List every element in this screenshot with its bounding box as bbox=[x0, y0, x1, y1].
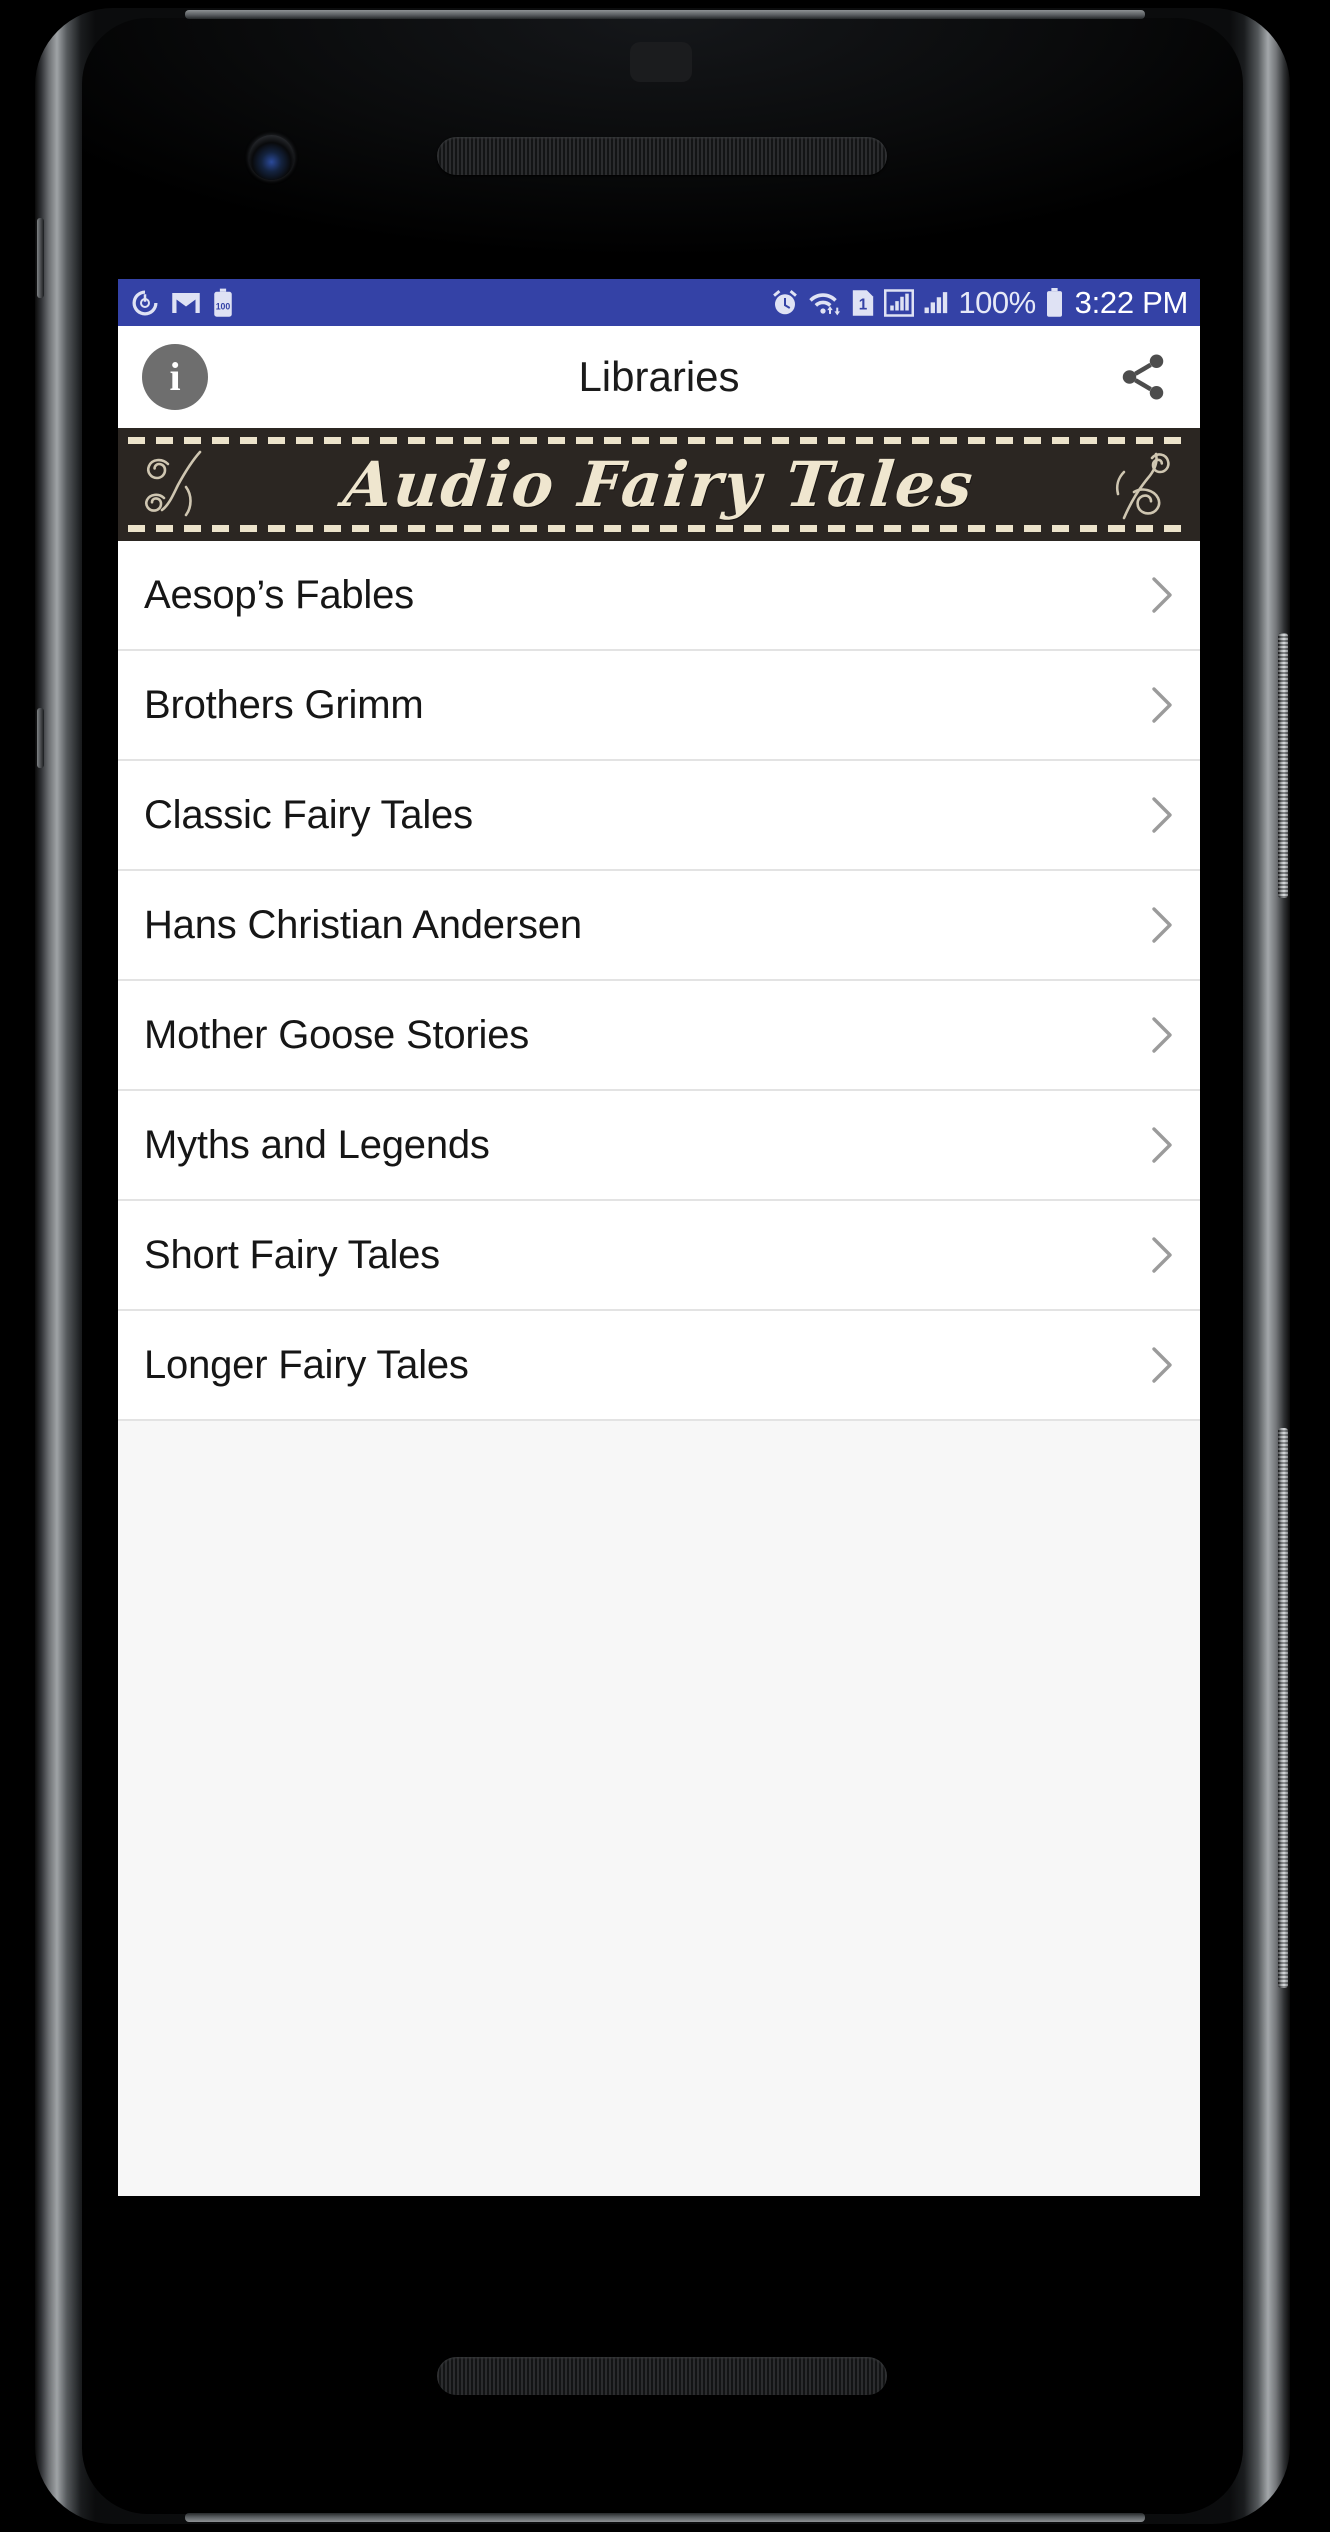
flourish-ornament-left bbox=[145, 450, 202, 516]
list-item[interactable]: Mother Goose Stories bbox=[118, 981, 1200, 1091]
chevron-right-icon bbox=[1150, 1345, 1176, 1385]
front-camera-icon bbox=[249, 135, 294, 180]
status-bar-left-icons: 100 bbox=[130, 288, 234, 318]
chevron-right-icon bbox=[1150, 795, 1176, 835]
status-bar-clock: 3:22 PM bbox=[1074, 285, 1189, 320]
battery-full-icon bbox=[1046, 287, 1062, 317]
gmail-icon bbox=[172, 292, 200, 313]
signal-bars-icon bbox=[924, 291, 948, 313]
chevron-right-icon bbox=[1150, 1235, 1176, 1275]
power-saver-icon bbox=[132, 290, 158, 315]
list-item-label: Classic Fairy Tales bbox=[144, 792, 473, 837]
frame-left-antenna-line-top bbox=[37, 218, 44, 298]
chevron-right-icon bbox=[1150, 905, 1176, 945]
list-item[interactable]: Short Fairy Tales bbox=[118, 1201, 1200, 1311]
power-button[interactable] bbox=[1278, 633, 1288, 898]
chevron-right-icon bbox=[1150, 685, 1176, 725]
bottom-speaker bbox=[437, 2357, 887, 2395]
list-item-label: Mother Goose Stories bbox=[144, 1012, 530, 1057]
banner-title: Audio Fairy Tales bbox=[340, 447, 978, 521]
list-item-label: Short Fairy Tales bbox=[144, 1232, 440, 1277]
svg-text:100: 100 bbox=[216, 301, 231, 311]
list-item[interactable]: Longer Fairy Tales bbox=[118, 1311, 1200, 1421]
svg-text:1: 1 bbox=[859, 296, 868, 313]
flourish-ornament-right bbox=[1115, 452, 1170, 519]
library-list: Aesop’s Fables Brothers Grimm Classic Fa… bbox=[118, 541, 1200, 1421]
share-button[interactable] bbox=[1110, 344, 1176, 410]
list-item[interactable]: Brothers Grimm bbox=[118, 651, 1200, 761]
sim-1-icon: 1 bbox=[853, 289, 874, 316]
battery-100-notification-icon: 100 bbox=[214, 288, 232, 317]
earpiece-speaker bbox=[437, 137, 887, 175]
frame-left-antenna-line-bottom bbox=[37, 708, 44, 768]
list-item[interactable]: Hans Christian Andersen bbox=[118, 871, 1200, 981]
signal-bars-boxed-icon bbox=[884, 288, 915, 317]
wifi-icon bbox=[809, 292, 841, 315]
chevron-right-icon bbox=[1150, 1125, 1176, 1165]
list-item[interactable]: Aesop’s Fables bbox=[118, 541, 1200, 651]
frame-top-rail bbox=[185, 10, 1145, 19]
list-item-label: Brothers Grimm bbox=[144, 682, 424, 727]
list-item-label: Aesop’s Fables bbox=[144, 572, 414, 617]
battery-percent-label: 100% bbox=[958, 285, 1036, 320]
status-bar-right-icons: 1 100% 3:22 PM bbox=[770, 287, 1188, 318]
alarm-clock-icon bbox=[773, 289, 798, 314]
list-item-label: Longer Fairy Tales bbox=[144, 1342, 469, 1387]
info-button[interactable]: i bbox=[142, 344, 208, 410]
volume-button[interactable] bbox=[1278, 1428, 1288, 1988]
status-bar: 100 1 100% 3:22 PM bbox=[118, 279, 1200, 326]
info-icon: i bbox=[169, 354, 181, 399]
list-item-label: Hans Christian Andersen bbox=[144, 902, 582, 947]
list-item[interactable]: Classic Fairy Tales bbox=[118, 761, 1200, 871]
phone-screen: 100 1 100% 3:22 PM i Libraries Audio Fai… bbox=[118, 279, 1200, 2196]
frame-bottom-rail bbox=[185, 2513, 1145, 2522]
app-bar: i Libraries bbox=[118, 326, 1200, 428]
list-empty-area bbox=[118, 1421, 1200, 2196]
page-title: Libraries bbox=[578, 353, 740, 400]
chevron-right-icon bbox=[1150, 1015, 1176, 1055]
chevron-right-icon bbox=[1150, 575, 1176, 615]
app-banner: Audio Fairy Tales bbox=[118, 428, 1200, 541]
list-item-label: Myths and Legends bbox=[144, 1122, 490, 1167]
list-item[interactable]: Myths and Legends bbox=[118, 1091, 1200, 1201]
proximity-sensor-notch bbox=[630, 42, 692, 82]
share-icon bbox=[1122, 354, 1164, 400]
